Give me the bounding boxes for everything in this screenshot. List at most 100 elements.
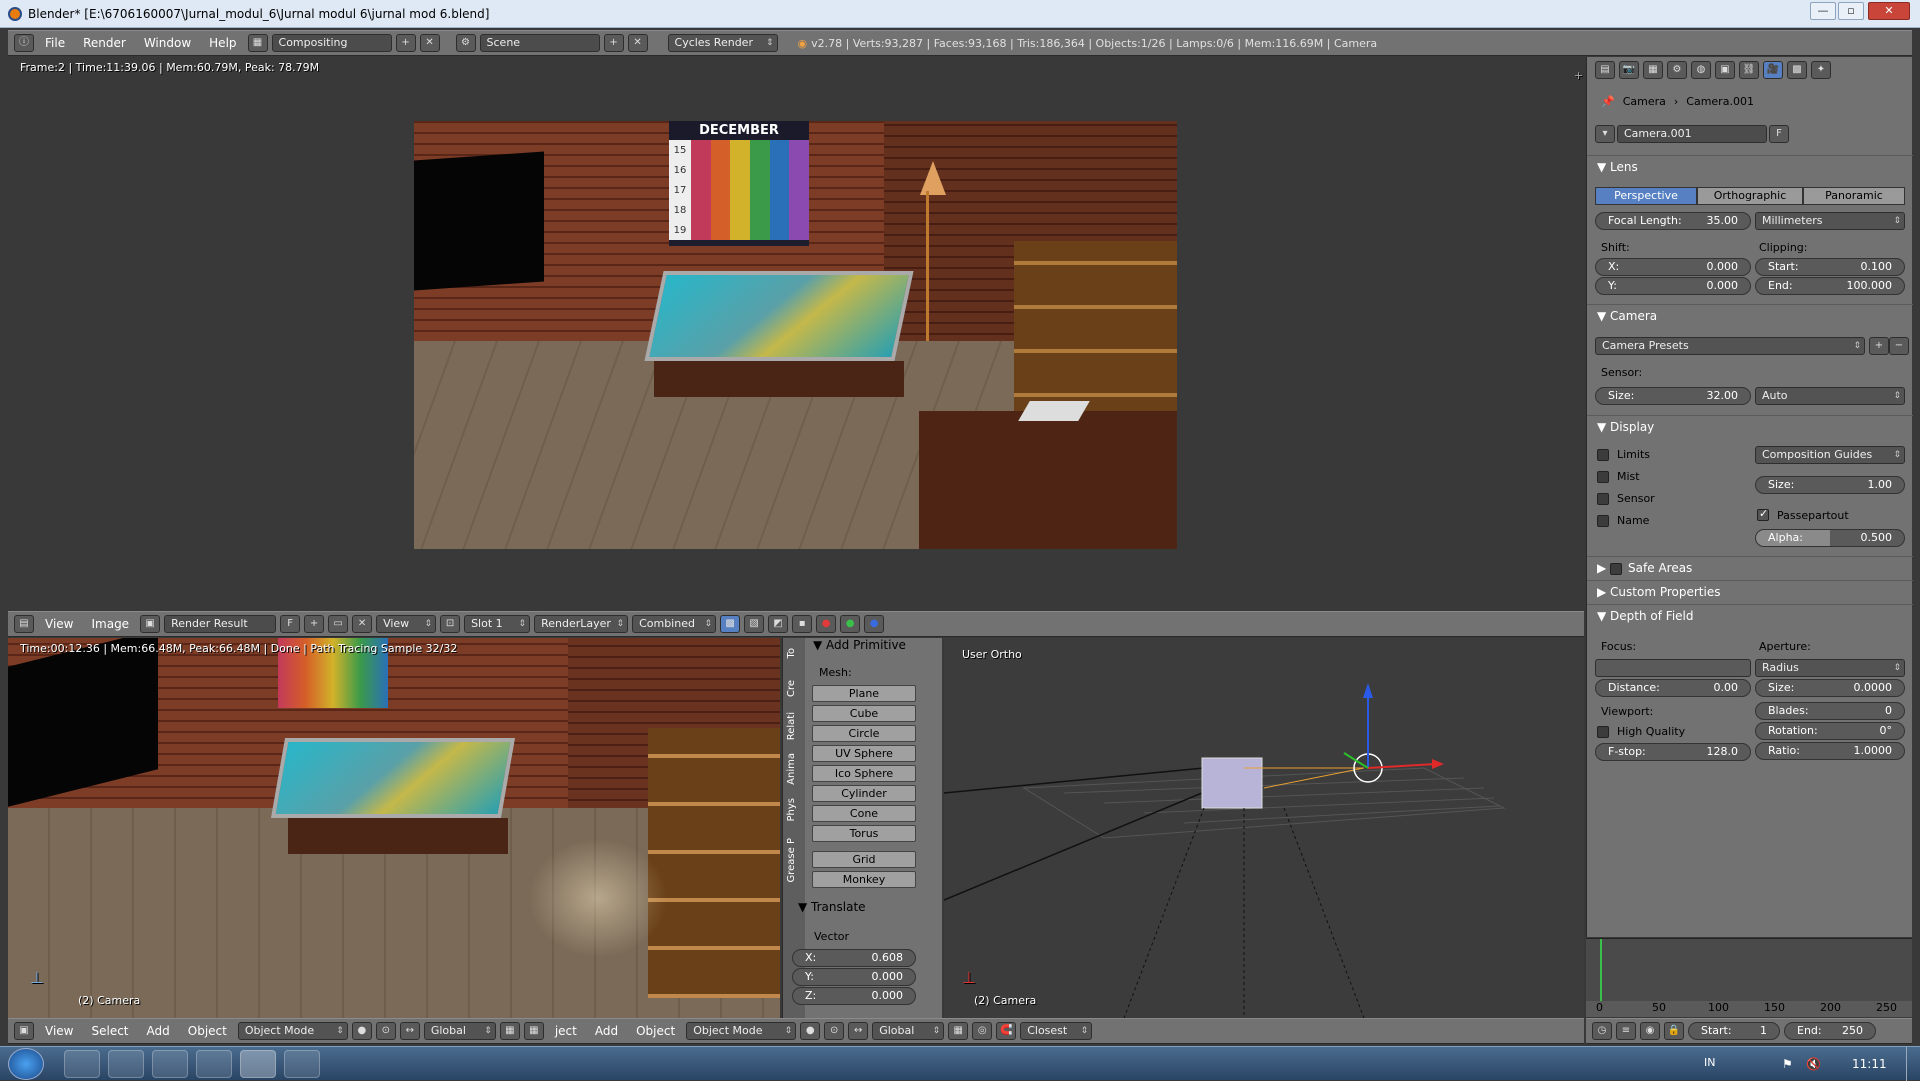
volume-icon[interactable]: 🔇 — [1806, 1057, 1821, 1071]
chrome-icon[interactable] — [196, 1050, 232, 1078]
layers-tab-icon[interactable]: ▦ — [1643, 61, 1663, 79]
shift-x-field[interactable]: X: 0.000 — [1595, 258, 1751, 276]
language-indicator[interactable]: IN — [1704, 1056, 1715, 1069]
limits-checkbox[interactable] — [1597, 449, 1609, 461]
menu-file[interactable]: File — [38, 36, 72, 50]
texture-tab-icon[interactable]: ▩ — [1787, 61, 1807, 79]
show-desktop-button[interactable] — [1906, 1047, 1920, 1081]
tab-physics[interactable]: Phys — [786, 798, 797, 822]
end-frame-field[interactable]: End: 250 — [1784, 1022, 1876, 1040]
layers-icon-2[interactable]: ▦ — [523, 1022, 544, 1040]
lens-orthographic-button[interactable]: Orthographic — [1697, 187, 1803, 205]
viewport-shading-icon[interactable]: ● — [351, 1022, 372, 1040]
editor-type-timeline-icon[interactable]: ◷ — [1592, 1022, 1612, 1040]
draw-zbuffer-icon[interactable]: ◩ — [768, 615, 789, 633]
sensor-checkbox[interactable] — [1597, 493, 1609, 505]
camera-presets-dropdown[interactable]: Camera Presets — [1595, 337, 1865, 355]
remove-preset-icon[interactable]: − — [1889, 337, 1909, 355]
autokey-icon[interactable]: ◉ — [1640, 1022, 1660, 1040]
flag-icon[interactable]: ⚑ — [1782, 1057, 1793, 1071]
remove-layout-icon[interactable]: ✕ — [419, 34, 440, 52]
menu-view[interactable]: View — [38, 617, 80, 631]
lens-unit-dropdown[interactable]: Millimeters — [1755, 212, 1905, 230]
tab-grease-pencil[interactable]: Grease P — [786, 838, 797, 883]
scene-icon[interactable]: ⚙ — [455, 34, 476, 52]
focus-object-field[interactable] — [1595, 659, 1751, 677]
render-layer-dropdown[interactable]: RenderLayer — [534, 615, 629, 633]
constraints-tab-icon[interactable]: ⛓ — [1739, 61, 1759, 79]
internet-explorer-icon[interactable] — [64, 1050, 100, 1078]
world-tab-icon[interactable]: ◍ — [1691, 61, 1711, 79]
media-player-icon[interactable] — [108, 1050, 144, 1078]
shift-y-field[interactable]: Y: 0.000 — [1595, 277, 1751, 295]
word-icon[interactable] — [284, 1050, 320, 1078]
current-frame-indicator[interactable] — [1600, 939, 1602, 1001]
menu-image[interactable]: Image — [84, 617, 136, 631]
menu-view-3d[interactable]: View — [38, 1024, 80, 1038]
layout-icon[interactable]: ▦ — [247, 34, 268, 52]
maximize-button[interactable]: ▫ — [1838, 2, 1864, 20]
sensor-size-field[interactable]: Size: 32.00 — [1595, 387, 1751, 405]
view-dropdown[interactable]: View — [376, 615, 437, 633]
editor-type-info-icon[interactable]: ⓘ — [14, 34, 34, 52]
slot-dropdown[interactable]: Slot 1 — [464, 615, 531, 633]
red-channel-icon[interactable]: ● — [816, 615, 837, 633]
draw-channel-icon[interactable]: ▪ — [792, 615, 813, 633]
translate-z-field[interactable]: Z: 0.000 — [792, 987, 916, 1005]
layers-icon[interactable]: ▦ — [499, 1022, 520, 1040]
draw-color-icon[interactable]: ▩ — [720, 615, 741, 633]
top-image-viewport[interactable]: Frame:2 | Time:11:39.06 | Mem:60.79M, Pe… — [8, 57, 1584, 607]
add-uv-sphere-button[interactable]: UV Sphere — [812, 745, 916, 762]
interaction-mode-dropdown[interactable]: Object Mode — [237, 1022, 348, 1040]
tab-animation[interactable]: Anima — [786, 753, 797, 785]
manipulator-icon[interactable]: ↔ — [399, 1022, 420, 1040]
safe-areas-panel-header[interactable]: ▶ Safe Areas — [1587, 556, 1913, 578]
add-ico-sphere-button[interactable]: Ico Sphere — [812, 765, 916, 782]
lens-panoramic-button[interactable]: Panoramic — [1803, 187, 1905, 205]
translate-y-field[interactable]: Y: 0.000 — [792, 968, 916, 986]
clip-start-field[interactable]: Start: 0.100 — [1755, 258, 1905, 276]
menu-add-2[interactable]: Add — [588, 1024, 625, 1038]
start-frame-field[interactable]: Start: 1 — [1688, 1022, 1780, 1040]
menu-window[interactable]: Window — [137, 36, 198, 50]
proportional-edit-icon[interactable]: ◎ — [972, 1022, 993, 1040]
safe-areas-checkbox[interactable] — [1610, 562, 1623, 575]
interaction-mode-dropdown-2[interactable]: Object Mode — [686, 1022, 797, 1040]
camera-data-tab-icon[interactable]: 🎥 — [1763, 61, 1783, 79]
add-layout-icon[interactable]: + — [395, 34, 416, 52]
add-cone-button[interactable]: Cone — [812, 805, 916, 822]
name-checkbox[interactable] — [1597, 515, 1609, 527]
lens-panel-header[interactable]: ▼ Lens — [1587, 155, 1913, 177]
menu-render[interactable]: Render — [76, 36, 133, 50]
render-engine-dropdown[interactable]: Cycles Render — [667, 34, 778, 52]
lens-perspective-button[interactable]: Perspective — [1595, 187, 1697, 205]
menu-object[interactable]: Object — [181, 1024, 234, 1038]
unlink-image-icon[interactable]: ✕ — [352, 615, 373, 633]
focal-length-field[interactable]: Focal Length: 35.00 — [1595, 212, 1751, 230]
close-button[interactable]: ✕ — [1868, 2, 1910, 20]
draw-alpha-icon[interactable]: ▧ — [744, 615, 765, 633]
high-quality-checkbox[interactable] — [1597, 726, 1609, 738]
add-monkey-button[interactable]: Monkey — [812, 871, 916, 888]
display-panel-header[interactable]: ▼ Display — [1587, 415, 1913, 437]
depth-of-field-panel-header[interactable]: ▼ Depth of Field — [1587, 604, 1913, 626]
snap-icon[interactable]: 🧲 — [996, 1022, 1017, 1040]
pivot-point-icon[interactable]: ⊙ — [375, 1022, 396, 1040]
translate-panel-header[interactable]: ▼ Translate — [798, 900, 930, 920]
editor-type-properties-icon[interactable]: ▤ — [1595, 61, 1615, 79]
image-browse-icon[interactable]: ▣ — [140, 615, 161, 633]
add-circle-button[interactable]: Circle — [812, 725, 916, 742]
passepartout-alpha-slider[interactable]: Alpha: 0.500 — [1755, 529, 1905, 547]
open-image-icon[interactable]: ▭ — [328, 615, 349, 633]
scene-tab-icon[interactable]: ⚙ — [1667, 61, 1687, 79]
fake-user-button[interactable]: F — [1769, 125, 1789, 143]
tab-create[interactable]: Cre — [786, 680, 797, 697]
timeline-menu-icon[interactable]: ≡ — [1616, 1022, 1636, 1040]
menu-add[interactable]: Add — [140, 1024, 177, 1038]
fstop-field[interactable]: F-stop: 128.0 — [1595, 743, 1751, 761]
screen-layout-field[interactable]: Compositing — [271, 34, 392, 52]
passepartout-checkbox[interactable] — [1757, 507, 1769, 521]
file-explorer-icon[interactable] — [152, 1050, 188, 1078]
composition-guides-dropdown[interactable]: Composition Guides — [1755, 446, 1905, 464]
blue-channel-icon[interactable]: ● — [864, 615, 885, 633]
